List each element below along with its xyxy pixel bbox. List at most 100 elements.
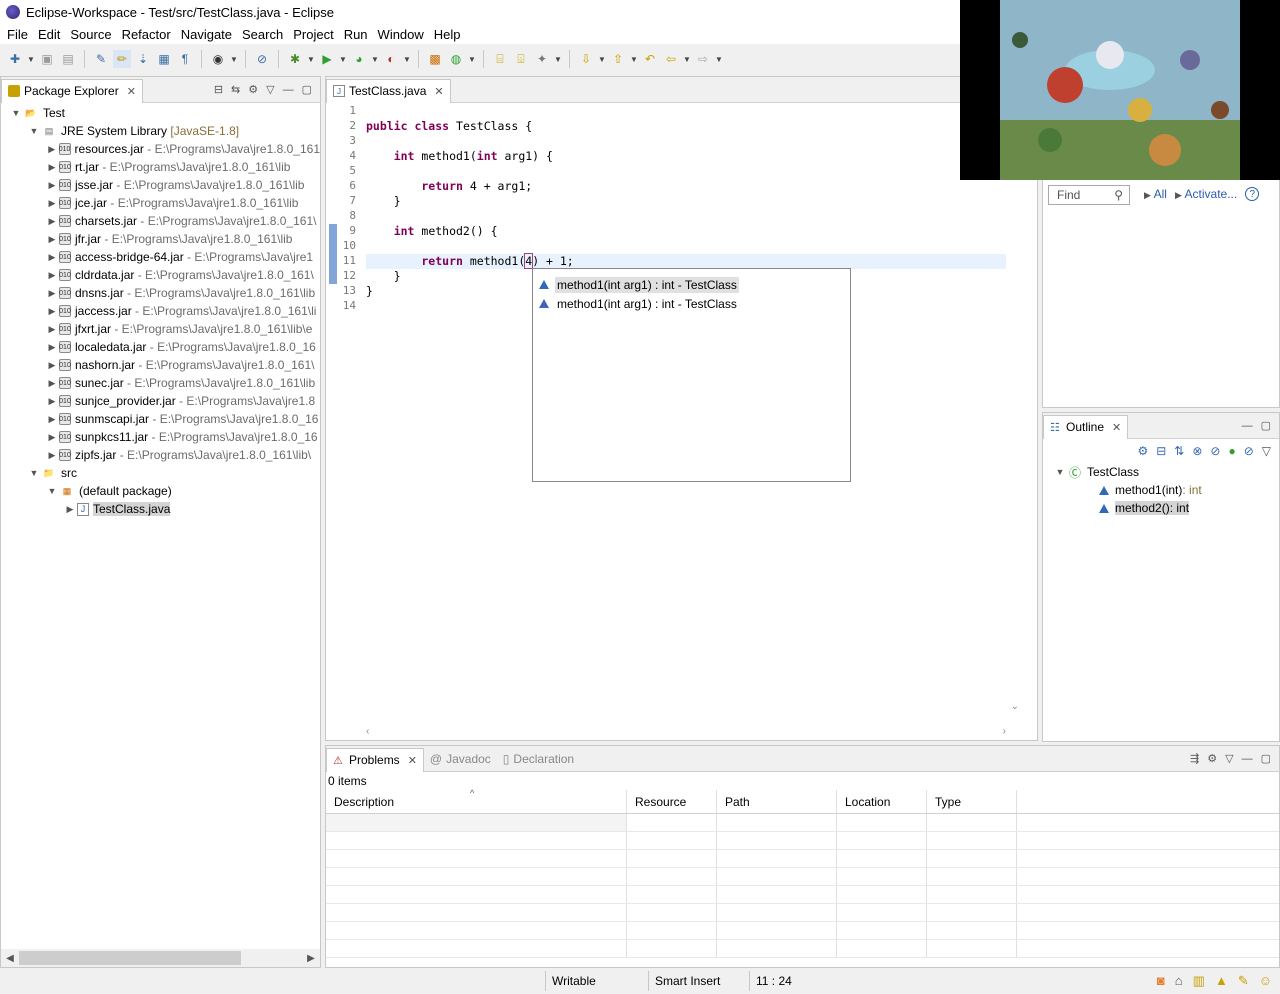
- open-type-icon[interactable]: ⌸: [491, 50, 509, 68]
- chevron-down-icon[interactable]: ▼: [27, 55, 35, 64]
- chevron-down-icon[interactable]: ▼: [554, 55, 562, 64]
- menu-source[interactable]: Source: [65, 27, 116, 42]
- chevron-down-icon[interactable]: ▼: [468, 55, 476, 64]
- chevron-right-icon[interactable]: ▶: [45, 306, 59, 317]
- column-resource[interactable]: Resource: [627, 790, 717, 813]
- tree-jar[interactable]: ▶ 010 jfxrt.jar - E:\Programs\Java\jre1.8.…: [1, 320, 320, 338]
- close-icon[interactable]: ✕: [1112, 421, 1121, 434]
- save-icon[interactable]: ▣: [38, 50, 56, 68]
- tree-jre[interactable]: ▼ ▤ JRE System Library [JavaSE-1.8]: [1, 122, 320, 140]
- chevron-down-icon[interactable]: ▼: [27, 126, 41, 136]
- collapse-all-icon[interactable]: ⊟: [214, 83, 223, 96]
- chevron-right-icon[interactable]: ▶: [45, 360, 59, 371]
- close-icon[interactable]: ✕: [434, 85, 443, 98]
- menu-edit[interactable]: Edit: [33, 27, 65, 42]
- column-description[interactable]: Description ^: [326, 788, 627, 813]
- scrollbar-thumb[interactable]: [19, 951, 241, 965]
- forward-icon[interactable]: ⇨: [694, 50, 712, 68]
- menu-project[interactable]: Project: [288, 27, 338, 42]
- scroll-left-icon[interactable]: ‹: [366, 726, 369, 737]
- tree-jar[interactable]: ▶ 010 localedata.jar - E:\Programs\Java\jr…: [1, 338, 320, 356]
- lock-icon[interactable]: ⌂: [1175, 973, 1183, 989]
- hide-fields-icon[interactable]: ⊗: [1192, 444, 1202, 458]
- maximize-icon[interactable]: ▢: [1261, 419, 1271, 432]
- menu-refactor[interactable]: Refactor: [117, 27, 176, 42]
- chevron-down-icon[interactable]: ▼: [307, 55, 315, 64]
- tree-src[interactable]: ▼ 📁 src: [1, 464, 320, 482]
- rss-icon[interactable]: ◙: [1157, 973, 1165, 989]
- find-input[interactable]: Find ⚲: [1048, 185, 1130, 205]
- external-tools-icon[interactable]: ◐: [382, 50, 400, 68]
- column-path[interactable]: Path: [717, 790, 837, 813]
- tree-jar[interactable]: ▶ 010 access-bridge-64.jar - E:\Programs\J…: [1, 248, 320, 266]
- next-annotation-icon[interactable]: ⇣: [134, 50, 152, 68]
- tab-package-explorer[interactable]: Package Explorer ✕: [1, 78, 143, 103]
- menu-window[interactable]: Window: [373, 27, 429, 42]
- tree-jar[interactable]: ▶ 010 rt.jar - E:\Programs\Java\jre1.8.0_1…: [1, 158, 320, 176]
- tree-jar[interactable]: ▶ 010 sunec.jar - E:\Programs\Java\jre1.8.…: [1, 374, 320, 392]
- chevron-right-icon[interactable]: ▶: [45, 234, 59, 245]
- filter-all[interactable]: ▶ All: [1144, 187, 1167, 201]
- link-editor-icon[interactable]: ⇆: [231, 83, 240, 96]
- tree-default-package[interactable]: ▼ ▦ (default package): [1, 482, 320, 500]
- chevron-right-icon[interactable]: ▶: [45, 324, 59, 335]
- focus-icon[interactable]: ⇶: [1190, 752, 1199, 765]
- chevron-right-icon[interactable]: ▶: [63, 504, 77, 515]
- coverage-icon[interactable]: ◕: [350, 50, 368, 68]
- last-edit-icon[interactable]: ↶: [641, 50, 659, 68]
- chevron-down-icon[interactable]: ▼: [598, 55, 606, 64]
- skip-breakpoints-icon[interactable]: ⊘: [253, 50, 271, 68]
- menu-help[interactable]: Help: [429, 27, 466, 42]
- filters-icon[interactable]: ⚙: [248, 83, 258, 96]
- tree-jar[interactable]: ▶ 010 jaccess.jar - E:\Programs\Java\jre1.…: [1, 302, 320, 320]
- collapse-all-icon[interactable]: ⊟: [1156, 444, 1166, 458]
- chevron-down-icon[interactable]: ▼: [371, 55, 379, 64]
- chevron-right-icon[interactable]: ▶: [45, 198, 59, 209]
- chevron-right-icon[interactable]: ▶: [45, 270, 59, 281]
- wand-icon[interactable]: ✎: [1238, 973, 1249, 989]
- minimize-icon[interactable]: —: [1242, 420, 1253, 432]
- horizontal-scrollbar[interactable]: ◀ ▶: [1, 949, 320, 967]
- menu-run[interactable]: Run: [339, 27, 373, 42]
- scroll-right-icon[interactable]: ›: [1003, 726, 1006, 737]
- gauge-icon[interactable]: ☺: [1259, 973, 1272, 989]
- scroll-left-icon[interactable]: ◀: [1, 953, 19, 964]
- minimize-icon[interactable]: —: [283, 84, 294, 96]
- menu-navigate[interactable]: Navigate: [176, 27, 237, 42]
- maximize-icon[interactable]: ▢: [302, 83, 312, 96]
- save-all-icon[interactable]: ▤: [59, 50, 77, 68]
- editor-hscrollbar[interactable]: ‹ ›: [366, 724, 1006, 738]
- view-menu-icon[interactable]: ▽: [1262, 444, 1271, 458]
- tree-jar[interactable]: ▶ 010 jfr.jar - E:\Programs\Java\jre1.8.0_…: [1, 230, 320, 248]
- tab-outline[interactable]: ☷ Outline ✕: [1043, 414, 1129, 439]
- scroll-down-icon[interactable]: ⌄: [1011, 701, 1019, 712]
- chevron-down-icon[interactable]: ▼: [403, 55, 411, 64]
- chevron-right-icon[interactable]: ▶: [45, 342, 59, 353]
- chevron-down-icon[interactable]: ▼: [683, 55, 691, 64]
- close-icon[interactable]: ✕: [408, 754, 417, 767]
- chevron-down-icon[interactable]: ▼: [9, 108, 23, 118]
- tree-project[interactable]: ▼ 📂 Test: [1, 104, 320, 122]
- chevron-down-icon[interactable]: ▼: [630, 55, 638, 64]
- chevron-right-icon[interactable]: ▶: [45, 216, 59, 227]
- open-folder-icon[interactable]: ⌹: [512, 50, 530, 68]
- view-menu-icon[interactable]: ▽: [1225, 752, 1233, 765]
- menu-search[interactable]: Search: [237, 27, 288, 42]
- filter-activate[interactable]: ▶ Activate...: [1175, 187, 1237, 201]
- hide-static-icon[interactable]: ⊘: [1210, 444, 1220, 458]
- book-icon[interactable]: ▥: [1193, 973, 1205, 989]
- outline-member[interactable]: method1(int) : int: [1043, 481, 1279, 499]
- tab-testclass-java[interactable]: J TestClass.java ✕: [326, 78, 451, 103]
- graduation-icon[interactable]: ▲: [1215, 973, 1228, 989]
- chevron-right-icon[interactable]: ▶: [45, 288, 59, 299]
- outline-class[interactable]: ▼ Ⓒ TestClass: [1043, 463, 1279, 481]
- focus-icon[interactable]: ⚙: [1137, 444, 1148, 458]
- chevron-down-icon[interactable]: ▼: [27, 468, 41, 478]
- chevron-right-icon[interactable]: ▶: [45, 378, 59, 389]
- tab-javadoc[interactable]: @ Javadoc: [424, 747, 497, 771]
- scroll-right-icon[interactable]: ▶: [302, 953, 320, 964]
- filters-icon[interactable]: ⚙: [1207, 752, 1217, 765]
- tree-jar[interactable]: ▶ 010 cldrdata.jar - E:\Programs\Java\jre1…: [1, 266, 320, 284]
- prev-edit-icon[interactable]: ⇧: [609, 50, 627, 68]
- new-icon[interactable]: ✚: [6, 50, 24, 68]
